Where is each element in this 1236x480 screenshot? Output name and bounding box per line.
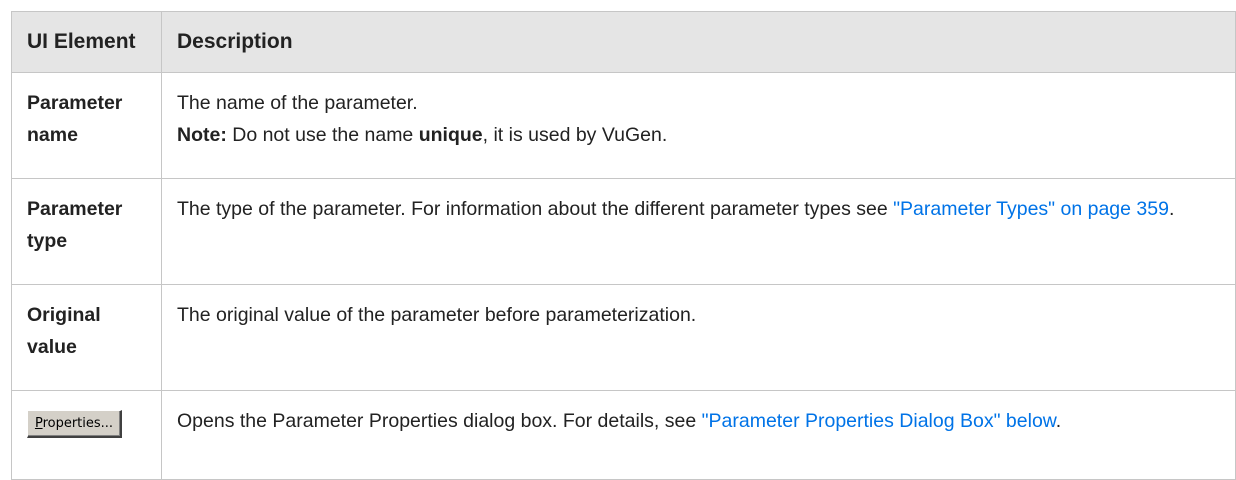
note-text: Do not use the name <box>226 124 419 146</box>
properties-button-label: roperties... <box>42 416 114 432</box>
table-row: Original value The original value of the… <box>11 284 1236 392</box>
parameter-properties-link[interactable]: "Parameter Properties Dialog Box" below <box>702 410 1056 432</box>
description-cell: The name of the parameter. Note: Do not … <box>161 71 1236 180</box>
description-text: The name of the parameter. <box>177 92 418 114</box>
description-text-end: . <box>1055 410 1062 433</box>
element-parameter-type: Parameter type <box>11 178 162 286</box>
note-text-end: , it is used by VuGen. <box>482 124 668 146</box>
parameter-types-link[interactable]: "Parameter Types" on page 359 <box>893 198 1169 220</box>
description-text-end: . <box>1168 198 1175 221</box>
description-text: The original value of the parameter befo… <box>177 304 697 327</box>
table-row: Parameter type The type of the parameter… <box>11 178 1236 286</box>
description-text: The type of the parameter. For informati… <box>177 198 894 221</box>
element-parameter-name: Parameter name <box>11 71 162 180</box>
table-header-row: UI Element Description <box>11 11 1236 73</box>
header-description: Description <box>161 11 1236 73</box>
description-text: Opens the Parameter Properties dialog bo… <box>177 410 702 433</box>
ui-element-table: UI Element Description Parameter name Th… <box>11 11 1236 480</box>
description-cell: The original value of the parameter befo… <box>161 284 1236 392</box>
description-cell: Opens the Parameter Properties dialog bo… <box>161 390 1236 480</box>
properties-button-accelerator: P <box>34 416 43 432</box>
note-keyword: unique <box>418 124 483 146</box>
header-ui-element: UI Element <box>11 11 162 73</box>
table-row: Parameter name The name of the parameter… <box>11 71 1236 180</box>
note-label: Note: <box>177 124 227 146</box>
description-cell: The type of the parameter. For informati… <box>161 178 1236 286</box>
properties-button[interactable]: Properties... <box>27 410 122 439</box>
element-properties-button-cell: Properties... <box>11 390 162 480</box>
table-row: Properties... Opens the Parameter Proper… <box>11 390 1236 480</box>
element-original-value: Original value <box>11 284 162 392</box>
